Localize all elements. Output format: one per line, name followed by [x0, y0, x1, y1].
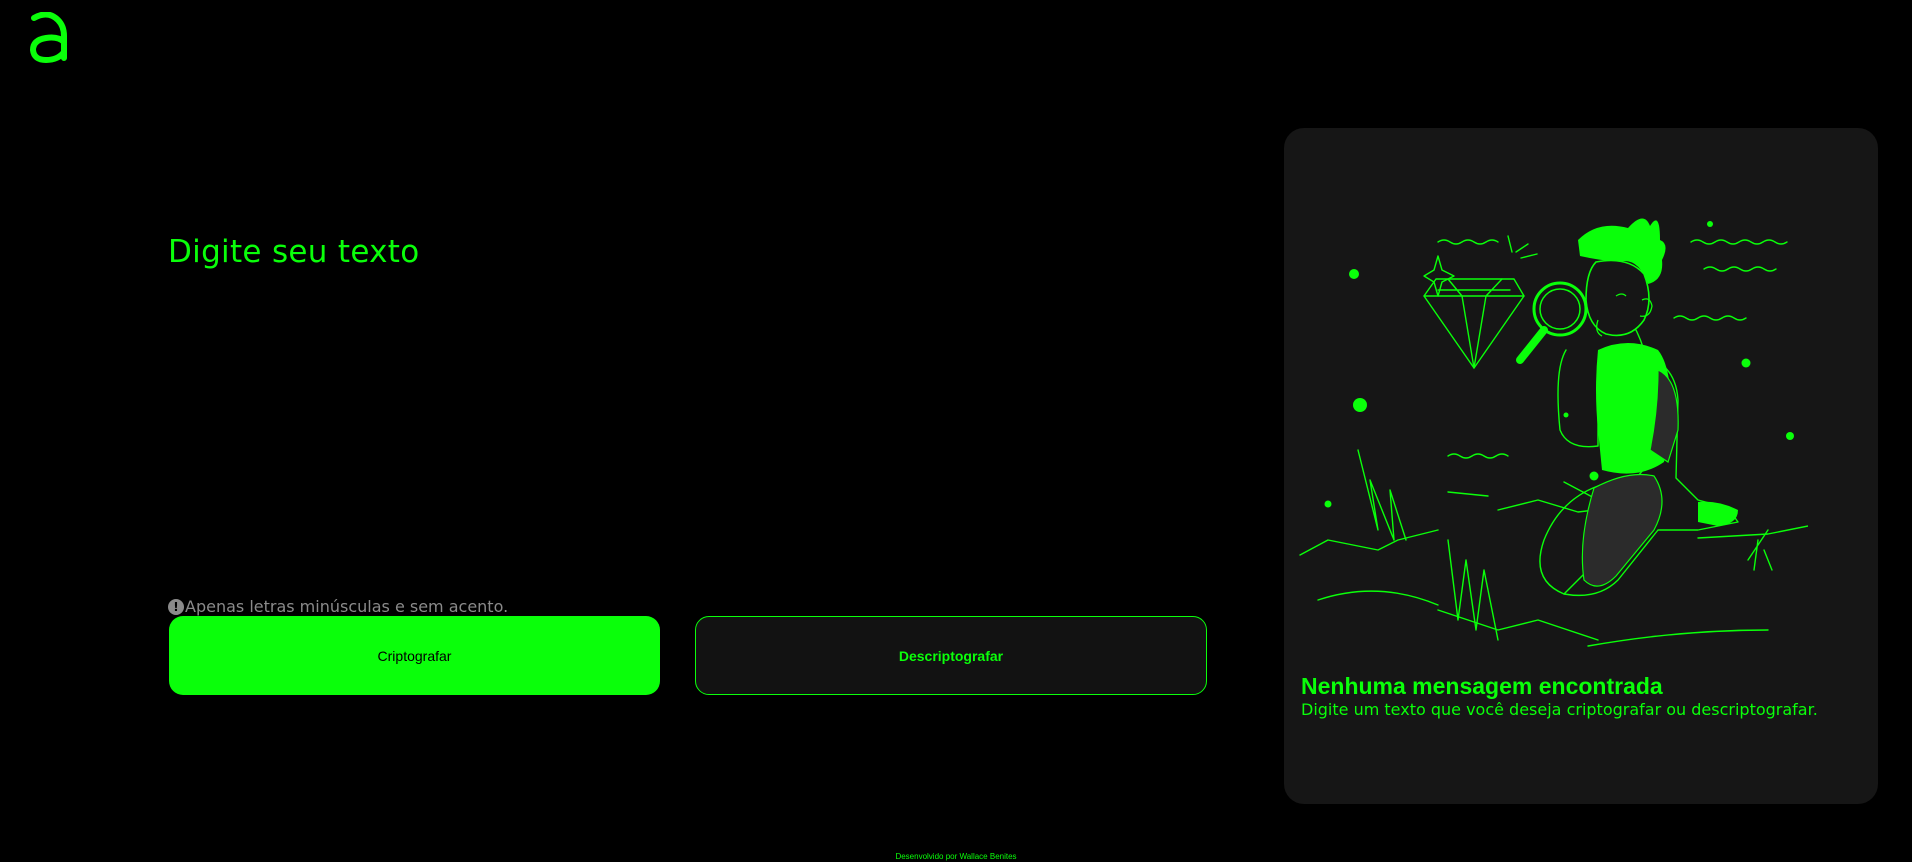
output-panel: Nenhuma mensagem encontrada Digite um te… [1284, 128, 1878, 804]
footer-credit: Desenvolvido por Wallace Benites [895, 852, 1017, 861]
info-icon: ! [168, 598, 184, 615]
empty-output-title: Nenhuma mensagem encontrada [1301, 673, 1663, 699]
hint-text: Apenas letras minúsculas e sem acento. [185, 597, 509, 616]
page: Digite seu texto ! Apenas letras minúscu… [0, 0, 1912, 862]
encrypt-button[interactable]: Criptografar [169, 616, 660, 695]
alura-logo-icon[interactable] [28, 12, 68, 64]
message-input[interactable] [166, 232, 1210, 586]
person-with-magnifier-illustration [1299, 218, 1808, 647]
input-hint: ! Apenas letras minúsculas e sem acento. [168, 597, 508, 616]
decrypt-button[interactable]: Descriptografar [695, 616, 1207, 695]
empty-output-subtitle: Digite um texto que você deseja criptogr… [1301, 700, 1818, 719]
